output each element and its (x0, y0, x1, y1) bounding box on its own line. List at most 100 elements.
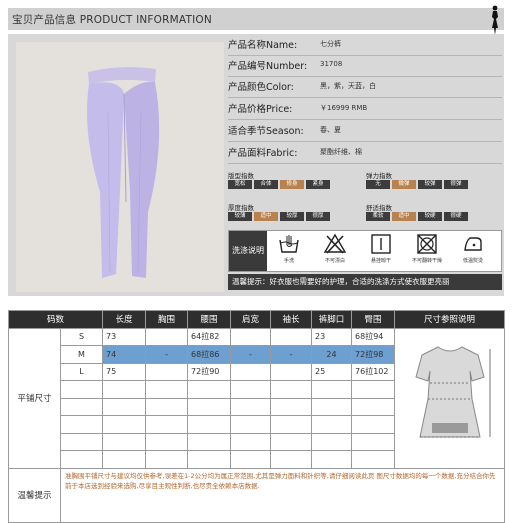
col-hip: 臀围 (351, 310, 396, 329)
indicator-option: 较弹 (418, 180, 442, 189)
no-bleach-icon (324, 233, 346, 254)
col-waist: 腰围 (187, 310, 232, 329)
info-label: 适合季节Season: (228, 126, 304, 137)
col-reference: 尺寸参照说明 (394, 310, 506, 329)
wash-label: 洗涤说明 (229, 231, 267, 271)
info-row-name: 产品名称Name: 七分裤 (228, 36, 502, 56)
wash-caption: 手洗 (283, 258, 294, 264)
info-value: ￥16999 RMB (320, 104, 368, 112)
wash-caption: 不可漂白 (324, 258, 345, 264)
hand-wash-icon (279, 235, 299, 253)
info-row-season: 适合季节Season: 春、夏 (228, 122, 502, 142)
hem-cell: 23 (311, 327, 353, 346)
indicator-stretch: 弹力指数 无 微弹 较弹 很弹 (366, 170, 476, 190)
woman-silhouette-icon (492, 5, 498, 35)
wash-caption: 悬挂晾干 (370, 258, 391, 264)
sleeve-cell (270, 327, 313, 346)
hip-cell: 76拉102 (351, 362, 396, 381)
col-sleeve: 袖长 (270, 310, 313, 329)
low-iron-icon (464, 237, 482, 251)
info-label: 产品编号Number: (228, 61, 308, 72)
shoulder-cell (230, 327, 272, 346)
indicator-option: 较薄 (228, 212, 252, 221)
product-info-header: 宝贝产品信息 PRODUCT INFORMATION (8, 5, 504, 35)
hang-dry-icon (371, 234, 391, 254)
size-cell: S (59, 327, 104, 346)
wash-item: 手洗 (271, 233, 307, 271)
info-row-color: 产品颜色Color: 黑，紫，天蓝，白 (228, 78, 502, 98)
indicator-label: 版型指数 (228, 172, 254, 180)
indicator-option: 很硬 (444, 212, 468, 221)
wash-caption: 不可翻转干燥 (411, 258, 442, 264)
indicator-thickness: 厚度指数 较薄 适中 较厚 很厚 (228, 202, 338, 222)
shoulder-cell: - (230, 345, 272, 364)
col-size: 码数 (7, 310, 104, 329)
size-table-header: 码数 长度 胸围 腰围 肩宽 袖长 裤脚口 臀围 尺寸参照说明 (7, 310, 506, 329)
hem-cell: 25 (311, 362, 353, 381)
info-value: 黑，紫，天蓝，白 (320, 82, 376, 90)
wash-item: 悬挂晾干 (363, 233, 399, 271)
indicator-option: 合体 (254, 180, 278, 189)
wash-item: 不可漂白 (317, 233, 353, 271)
shoulder-cell (230, 362, 272, 381)
indicator-label: 弹力指数 (366, 172, 392, 180)
capri-pants-image (16, 42, 224, 292)
info-row-number: 产品编号Number: 31708 (228, 57, 502, 77)
info-row-price: 产品价格Price: ￥16999 RMB (228, 100, 502, 120)
waist-cell: 68拉86 (187, 345, 232, 364)
wash-item: 不可翻转干燥 (409, 233, 445, 271)
indicator-option-selected: 修身 (280, 180, 304, 189)
table-row: 平铺尺寸 S 73 64拉82 23 68拉94 (8, 327, 506, 469)
note-row: 温馨提示 准胸围平铺尺寸与建议均仅供参考,误差在1-2公分均为属正常范围,尤其是… (8, 467, 506, 523)
sleeve-cell: - (270, 345, 313, 364)
waist-cell: 64拉82 (187, 327, 232, 346)
chest-cell (145, 327, 189, 346)
indicator-option: 很弹 (444, 180, 468, 189)
indicator-comfort: 舒适指数 柔软 适中 较硬 很硬 (366, 202, 476, 222)
indicator-option-selected: 微弹 (392, 180, 416, 189)
indicator-option: 无 (366, 180, 390, 189)
hip-cell: 72拉98 (351, 345, 396, 364)
indicator-option: 很厚 (306, 212, 330, 221)
size-reference-diagram (394, 327, 506, 469)
wash-instructions: 洗涤说明 手洗 不可漂白 悬挂晾干 不可翻转干燥 低温熨烫 (228, 230, 502, 272)
care-tip: 温馨提示：好衣服也需要好的护理，合适的洗涤方式使衣服更亮丽 (228, 274, 502, 290)
info-label: 产品名称Name: (228, 40, 298, 51)
flat-measure-label: 平铺尺寸 (8, 327, 61, 469)
indicator-option: 较硬 (418, 212, 442, 221)
note-text: 准胸围平铺尺寸与建议均仅供参考,误差在1-2公分均为属正常范围,尤其是弹力面料和… (59, 467, 506, 523)
info-value: 聚酯纤维、棉 (320, 148, 362, 156)
wash-item: 低温熨烫 (455, 233, 491, 271)
info-value: 31708 (320, 60, 343, 68)
col-chest: 胸围 (145, 310, 189, 329)
size-cell: M (59, 345, 104, 364)
note-label: 温馨提示 (8, 467, 61, 523)
chest-cell (145, 362, 189, 381)
info-label: 产品价格Price: (228, 104, 293, 115)
info-row-fabric: 产品面料Fabric: 聚酯纤维、棉 (228, 144, 502, 164)
length-cell: 75 (102, 362, 147, 381)
dress-diagram-icon (414, 346, 490, 438)
indicator-label: 舒适指数 (366, 204, 392, 212)
hip-cell: 68拉94 (351, 327, 396, 346)
indicator-option: 宽松 (228, 180, 252, 189)
wash-caption: 低温熨烫 (462, 258, 483, 264)
sleeve-cell (270, 362, 313, 381)
header-title: 宝贝产品信息 PRODUCT INFORMATION (12, 14, 212, 26)
indicator-label: 厚度指数 (228, 204, 254, 212)
col-shoulder: 肩宽 (230, 310, 272, 329)
length-cell: 73 (102, 327, 147, 346)
indicator-option: 紧身 (306, 180, 330, 189)
indicator-option-selected: 适中 (392, 212, 416, 221)
hem-cell: 24 (311, 345, 353, 364)
product-info: 产品名称Name: 七分裤 产品编号Number: 31708 产品颜色Colo… (226, 34, 504, 296)
size-cell: L (59, 362, 104, 381)
length-cell: 74 (102, 345, 147, 364)
indicator-option: 柔软 (366, 212, 390, 221)
col-hem: 裤脚口 (311, 310, 353, 329)
info-label: 产品颜色Color: (228, 82, 294, 93)
waist-cell: 72拉90 (187, 362, 232, 381)
chest-cell: - (145, 345, 189, 364)
product-photo (16, 42, 224, 292)
no-tumble-dry-icon (417, 234, 437, 254)
